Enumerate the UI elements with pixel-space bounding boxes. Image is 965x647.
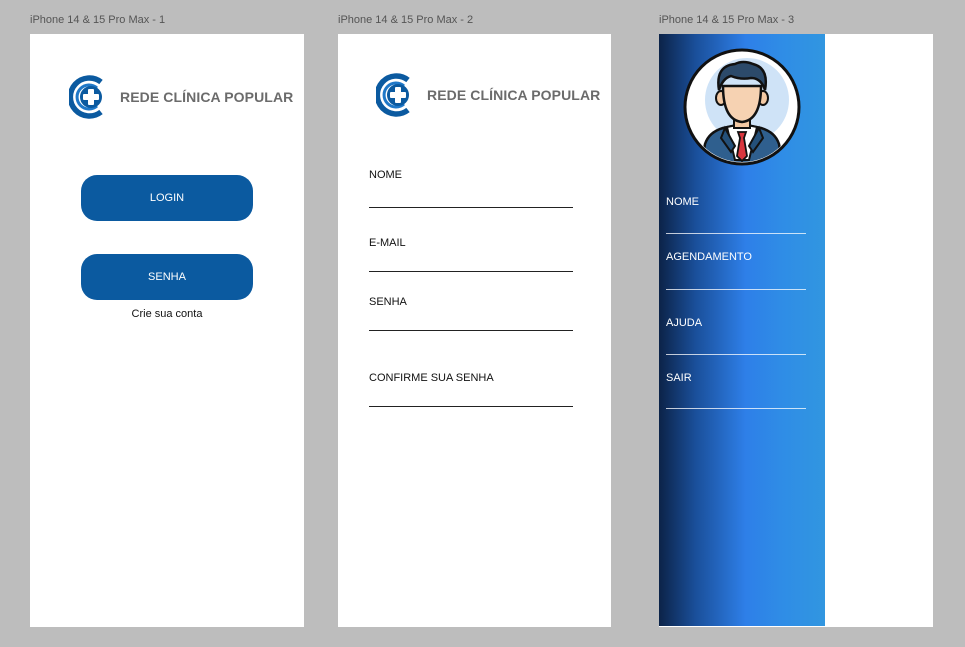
frame-login: REDE CLÍNICA POPULAR LOGIN SENHA Crie su…: [30, 34, 304, 627]
menu-divider: [666, 354, 806, 355]
menu-item-agendamento[interactable]: AGENDAMENTO: [666, 251, 752, 263]
medical-cross-logo-icon: [69, 75, 103, 119]
menu-item-ajuda[interactable]: AJUDA: [666, 317, 702, 329]
email-field-label: E-MAIL: [369, 237, 406, 249]
frame-menu: NOME AGENDAMENTO AJUDA SAIR: [659, 34, 933, 627]
businessman-avatar-icon[interactable]: [683, 48, 801, 166]
login-button[interactable]: LOGIN: [81, 175, 253, 221]
name-field[interactable]: [369, 207, 573, 208]
menu-divider: [666, 408, 806, 409]
medical-cross-logo-icon: [376, 73, 410, 117]
design-canvas: iPhone 14 & 15 Pro Max - 1 REDE CLÍNICA …: [0, 0, 965, 647]
menu-divider: [666, 289, 806, 290]
password-field-label: SENHA: [369, 296, 407, 308]
frame-signup: REDE CLÍNICA POPULAR NOME E-MAIL SENHA C…: [338, 34, 611, 627]
brand-name: REDE CLÍNICA POPULAR: [120, 89, 294, 105]
confirm-password-field[interactable]: [369, 406, 573, 407]
frame-3-label: iPhone 14 & 15 Pro Max - 3: [659, 14, 795, 26]
create-account-link[interactable]: Crie sua conta: [30, 308, 304, 320]
menu-item-nome[interactable]: NOME: [666, 196, 699, 208]
frame-1-label: iPhone 14 & 15 Pro Max - 1: [30, 14, 166, 26]
confirm-password-field-label: CONFIRME SUA SENHA: [369, 372, 494, 384]
password-button[interactable]: SENHA: [81, 254, 253, 300]
frame-2-label: iPhone 14 & 15 Pro Max - 2: [338, 14, 474, 26]
side-menu-panel: NOME AGENDAMENTO AJUDA SAIR: [659, 34, 825, 626]
password-field[interactable]: [369, 330, 573, 331]
brand-name: REDE CLÍNICA POPULAR: [427, 87, 601, 103]
email-field[interactable]: [369, 271, 573, 272]
name-field-label: NOME: [369, 169, 402, 181]
menu-item-sair[interactable]: SAIR: [666, 372, 692, 384]
brand-logo: REDE CLÍNICA POPULAR: [376, 72, 600, 118]
menu-divider: [666, 233, 806, 234]
brand-logo: REDE CLÍNICA POPULAR: [69, 74, 293, 120]
